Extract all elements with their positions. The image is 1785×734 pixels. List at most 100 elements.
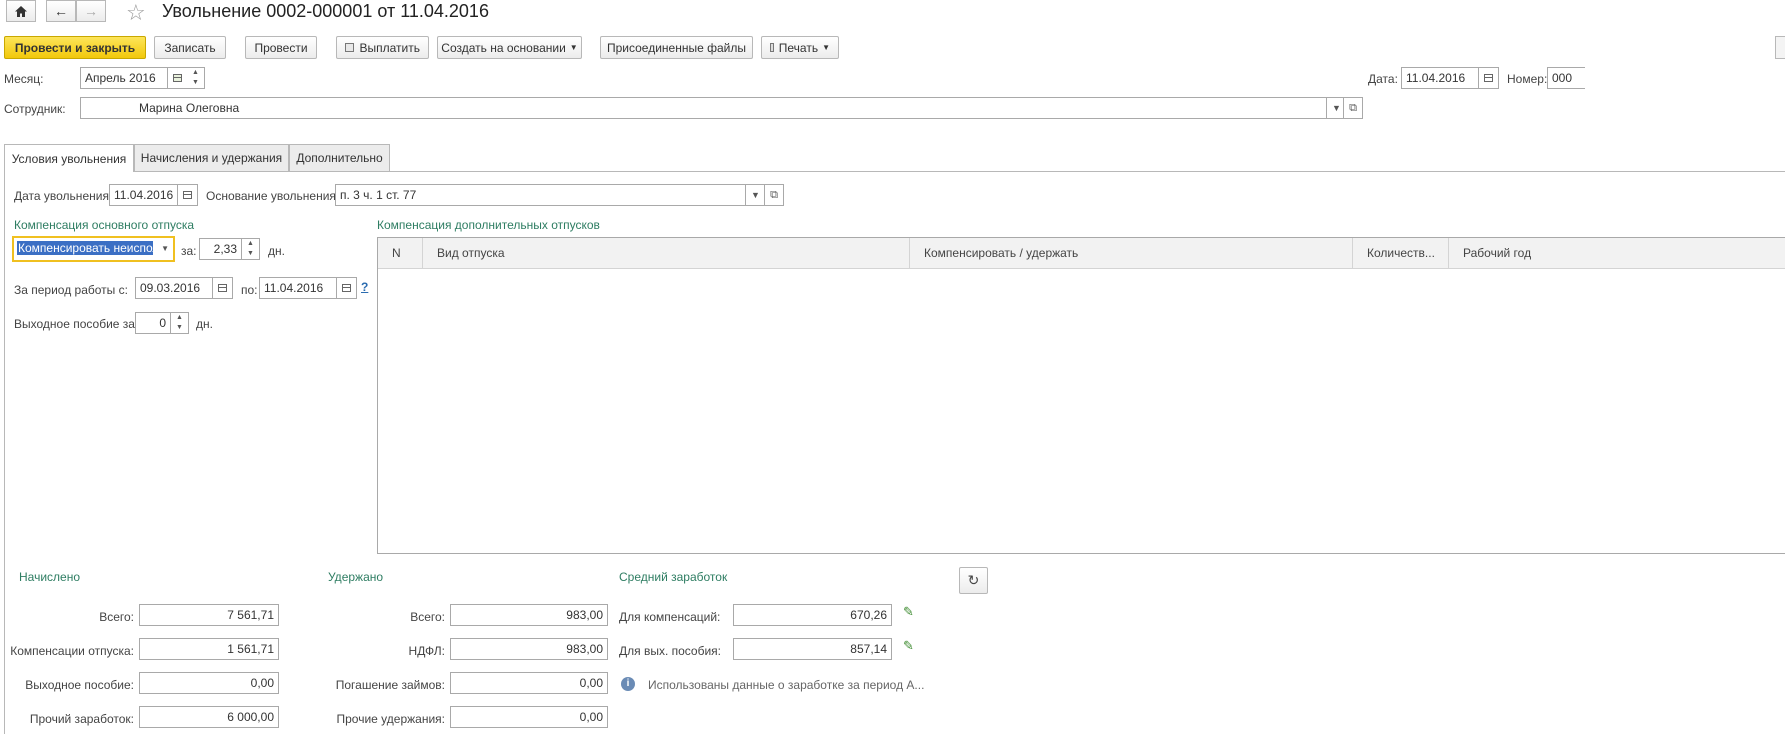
month-field[interactable]: Апрель 2016 [80, 67, 168, 89]
accrued-severance-label: Выходное пособие: [25, 678, 134, 692]
print-button[interactable]: Печать ▼ [761, 36, 839, 59]
tab-panel-left-border [4, 171, 5, 734]
col-work-year[interactable]: Рабочий год [1449, 238, 1785, 268]
reason-open-button[interactable]: ⧉ [764, 184, 784, 206]
table-header: N Вид отпуска Компенсировать / удержать … [378, 238, 1785, 269]
arrow-left-icon: ← [54, 3, 68, 19]
comp-days-spinner[interactable]: ▲ ▼ [242, 238, 260, 260]
dismissal-date-calendar-button[interactable] [178, 184, 198, 206]
other-deductions-field[interactable]: 0,00 [450, 706, 608, 728]
withheld-title: Удержано [328, 570, 384, 584]
severance-days-field[interactable]: 0 [135, 312, 171, 334]
page-title: Увольнение 0002-000001 от 11.04.2016 [162, 1, 489, 21]
open-icon: ⧉ [1349, 101, 1357, 114]
calendar-icon [342, 284, 351, 292]
month-spinner[interactable]: ▲ ▼ [187, 67, 205, 89]
month-calendar-button[interactable] [168, 67, 188, 89]
col-quantity[interactable]: Количеств... [1353, 238, 1449, 268]
accrued-severance-field[interactable]: 0,00 [139, 672, 279, 694]
loans-field[interactable]: 0,00 [450, 672, 608, 694]
forward-button[interactable]: → [76, 0, 106, 22]
open-icon: ⧉ [770, 188, 778, 201]
date-label: Дата: [1368, 72, 1398, 86]
loans-label: Погашение займов: [335, 678, 445, 692]
period-to-calendar-button[interactable] [337, 277, 357, 299]
pay-button[interactable]: Выплатить [336, 36, 429, 59]
period-from-label: За период работы с: [14, 283, 128, 297]
tab-additional[interactable]: Дополнительно [289, 144, 390, 171]
tabs-baseline [4, 171, 1785, 172]
severance-days-spinner[interactable]: ▲ ▼ [171, 312, 189, 334]
extra-comp-table[interactable]: N Вид отпуска Компенсировать / удержать … [377, 237, 1785, 554]
comp-days-unit: дн. [268, 244, 285, 258]
number-field[interactable]: 000 [1547, 67, 1585, 89]
back-button[interactable]: ← [46, 0, 76, 22]
tab-dismissal-conditions[interactable]: Условия увольнения [4, 144, 134, 172]
chevron-down-icon: ▼ [161, 244, 169, 253]
vacation-comp-field[interactable]: 1 561,71 [139, 638, 279, 660]
for-label: за: [181, 244, 197, 258]
severance-label: Выходное пособие за: [14, 317, 139, 331]
accrued-title: Начислено [19, 570, 81, 584]
home-button[interactable] [6, 0, 36, 22]
main-comp-mode-select[interactable]: Компенсировать неиспол ▼ [12, 236, 175, 262]
chevron-down-icon: ▼ [822, 43, 830, 52]
vacation-comp-label: Компенсации отпуска: [10, 644, 134, 658]
withheld-total-field[interactable]: 983,00 [450, 604, 608, 626]
employee-field[interactable]: Марина Олеговна [80, 97, 1327, 119]
refresh-icon: ↻ [967, 572, 980, 588]
reason-field[interactable]: п. 3 ч. 1 ст. 77 [335, 184, 746, 206]
ndfl-label: НДФЛ: [408, 644, 445, 658]
pay-button-label: Выплатить [359, 40, 421, 55]
month-label: Месяц: [4, 72, 44, 86]
period-to-field[interactable]: 11.04.2016 [259, 277, 337, 299]
avg-earnings-title: Средний заработок [619, 570, 728, 584]
avg-info-text: Использованы данные о заработке за перио… [648, 678, 925, 692]
post-button[interactable]: Провести [245, 36, 317, 59]
date-calendar-button[interactable] [1479, 67, 1499, 89]
other-earnings-field[interactable]: 6 000,00 [139, 706, 279, 728]
save-button[interactable]: Записать [154, 36, 226, 59]
tab-accruals-deductions[interactable]: Начисления и удержания [134, 144, 289, 171]
date-field[interactable]: 11.04.2016 [1401, 67, 1479, 89]
avg-comp-field[interactable]: 670,26 [733, 604, 892, 626]
calendar-icon [173, 74, 182, 82]
avg-comp-label: Для компенсаций: [619, 610, 721, 624]
reason-dropdown-button[interactable]: ▼ [746, 184, 766, 206]
period-from-field[interactable]: 09.03.2016 [135, 277, 213, 299]
help-link[interactable]: ? [361, 280, 368, 294]
period-from-calendar-button[interactable] [213, 277, 233, 299]
print-label: Печать [778, 40, 819, 55]
calendar-icon [1484, 74, 1493, 82]
col-leave-type[interactable]: Вид отпуска [423, 238, 910, 268]
main-comp-title: Компенсация основного отпуска [14, 218, 195, 232]
avg-severance-field[interactable]: 857,14 [733, 638, 892, 660]
create-based-button[interactable]: Создать на основании ▼ [437, 36, 582, 59]
home-icon [15, 5, 27, 17]
favorite-star-icon[interactable]: ☆ [126, 0, 146, 26]
employee-label: Сотрудник: [4, 102, 66, 116]
other-earnings-label: Прочий заработок: [29, 712, 134, 726]
severance-days-unit: дн. [196, 317, 213, 331]
dismissal-date-field[interactable]: 11.04.2016 [109, 184, 178, 206]
ndfl-field[interactable]: 983,00 [450, 638, 608, 660]
reason-label: Основание увольнения: [206, 189, 340, 203]
period-to-label: по: [241, 283, 258, 297]
withheld-total-label: Всего: [410, 610, 445, 624]
pencil-icon[interactable]: ✎ [903, 638, 914, 654]
pencil-icon[interactable]: ✎ [903, 604, 914, 620]
number-label: Номер: [1507, 72, 1548, 86]
post-and-close-button[interactable]: Провести и закрыть [4, 36, 146, 59]
attached-files-button[interactable]: Присоединенные файлы [600, 36, 753, 59]
accrued-total-field[interactable]: 7 561,71 [139, 604, 279, 626]
arrow-right-icon: → [84, 3, 98, 19]
employee-open-button[interactable]: ⧉ [1343, 97, 1363, 119]
col-compensate-withhold[interactable]: Компенсировать / удержать [910, 238, 1353, 268]
other-deductions-label: Прочие удержания: [336, 712, 446, 726]
refresh-button[interactable]: ↻ [959, 567, 988, 594]
col-n[interactable]: N [378, 238, 423, 268]
comp-days-field[interactable]: 2,33 [199, 238, 242, 260]
avg-severance-label: Для вых. пособия: [619, 644, 722, 658]
money-icon [345, 43, 354, 52]
toolbar-edge-button[interactable] [1775, 36, 1785, 59]
